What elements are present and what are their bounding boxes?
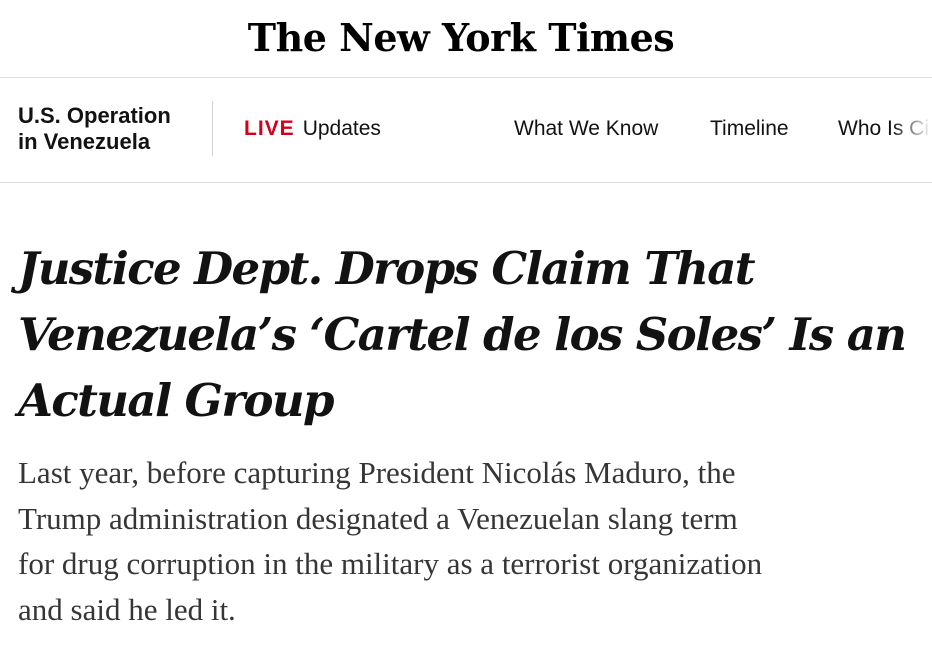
story-nav-bar: U.S. Operation in Venezuela LIVE Updates …	[0, 78, 932, 183]
nav-link-timeline[interactable]: Timeline	[710, 116, 789, 142]
article-headline: Justice Dept. Drops Claim That Venezuela…	[18, 236, 918, 434]
masthead: The New York Times	[0, 0, 932, 78]
section-title-line-2: in Venezuela	[18, 129, 151, 154]
summary-line-4: and said he led it.	[18, 591, 236, 627]
headline-line-1: Justice Dept. Drops Claim That	[18, 242, 756, 295]
nav-divider	[212, 101, 213, 156]
headline-line-2: Venezuela’s ‘Cartel de los Soles’ Is an	[18, 308, 907, 361]
section-title[interactable]: U.S. Operation in Venezuela	[18, 103, 171, 155]
live-updates-label: Updates	[302, 117, 381, 140]
nav-link-who-is[interactable]: Who Is Ci	[838, 116, 929, 142]
summary-line-1: Last year, before capturing President Ni…	[18, 455, 736, 490]
article-summary: Last year, before capturing President Ni…	[18, 450, 918, 632]
live-updates-link[interactable]: LIVE Updates	[244, 116, 381, 142]
summary-line-3: for drug corruption in the military as a…	[18, 546, 763, 581]
headline-line-3: Actual Group	[18, 374, 334, 427]
live-badge: LIVE	[244, 117, 295, 140]
nyt-logo[interactable]: The New York Times	[248, 15, 675, 60]
summary-line-2: Trump administration designated a Venezu…	[18, 500, 738, 536]
section-title-line-1: U.S. Operation	[18, 103, 171, 128]
nav-link-what-we-know[interactable]: What We Know	[514, 116, 658, 142]
